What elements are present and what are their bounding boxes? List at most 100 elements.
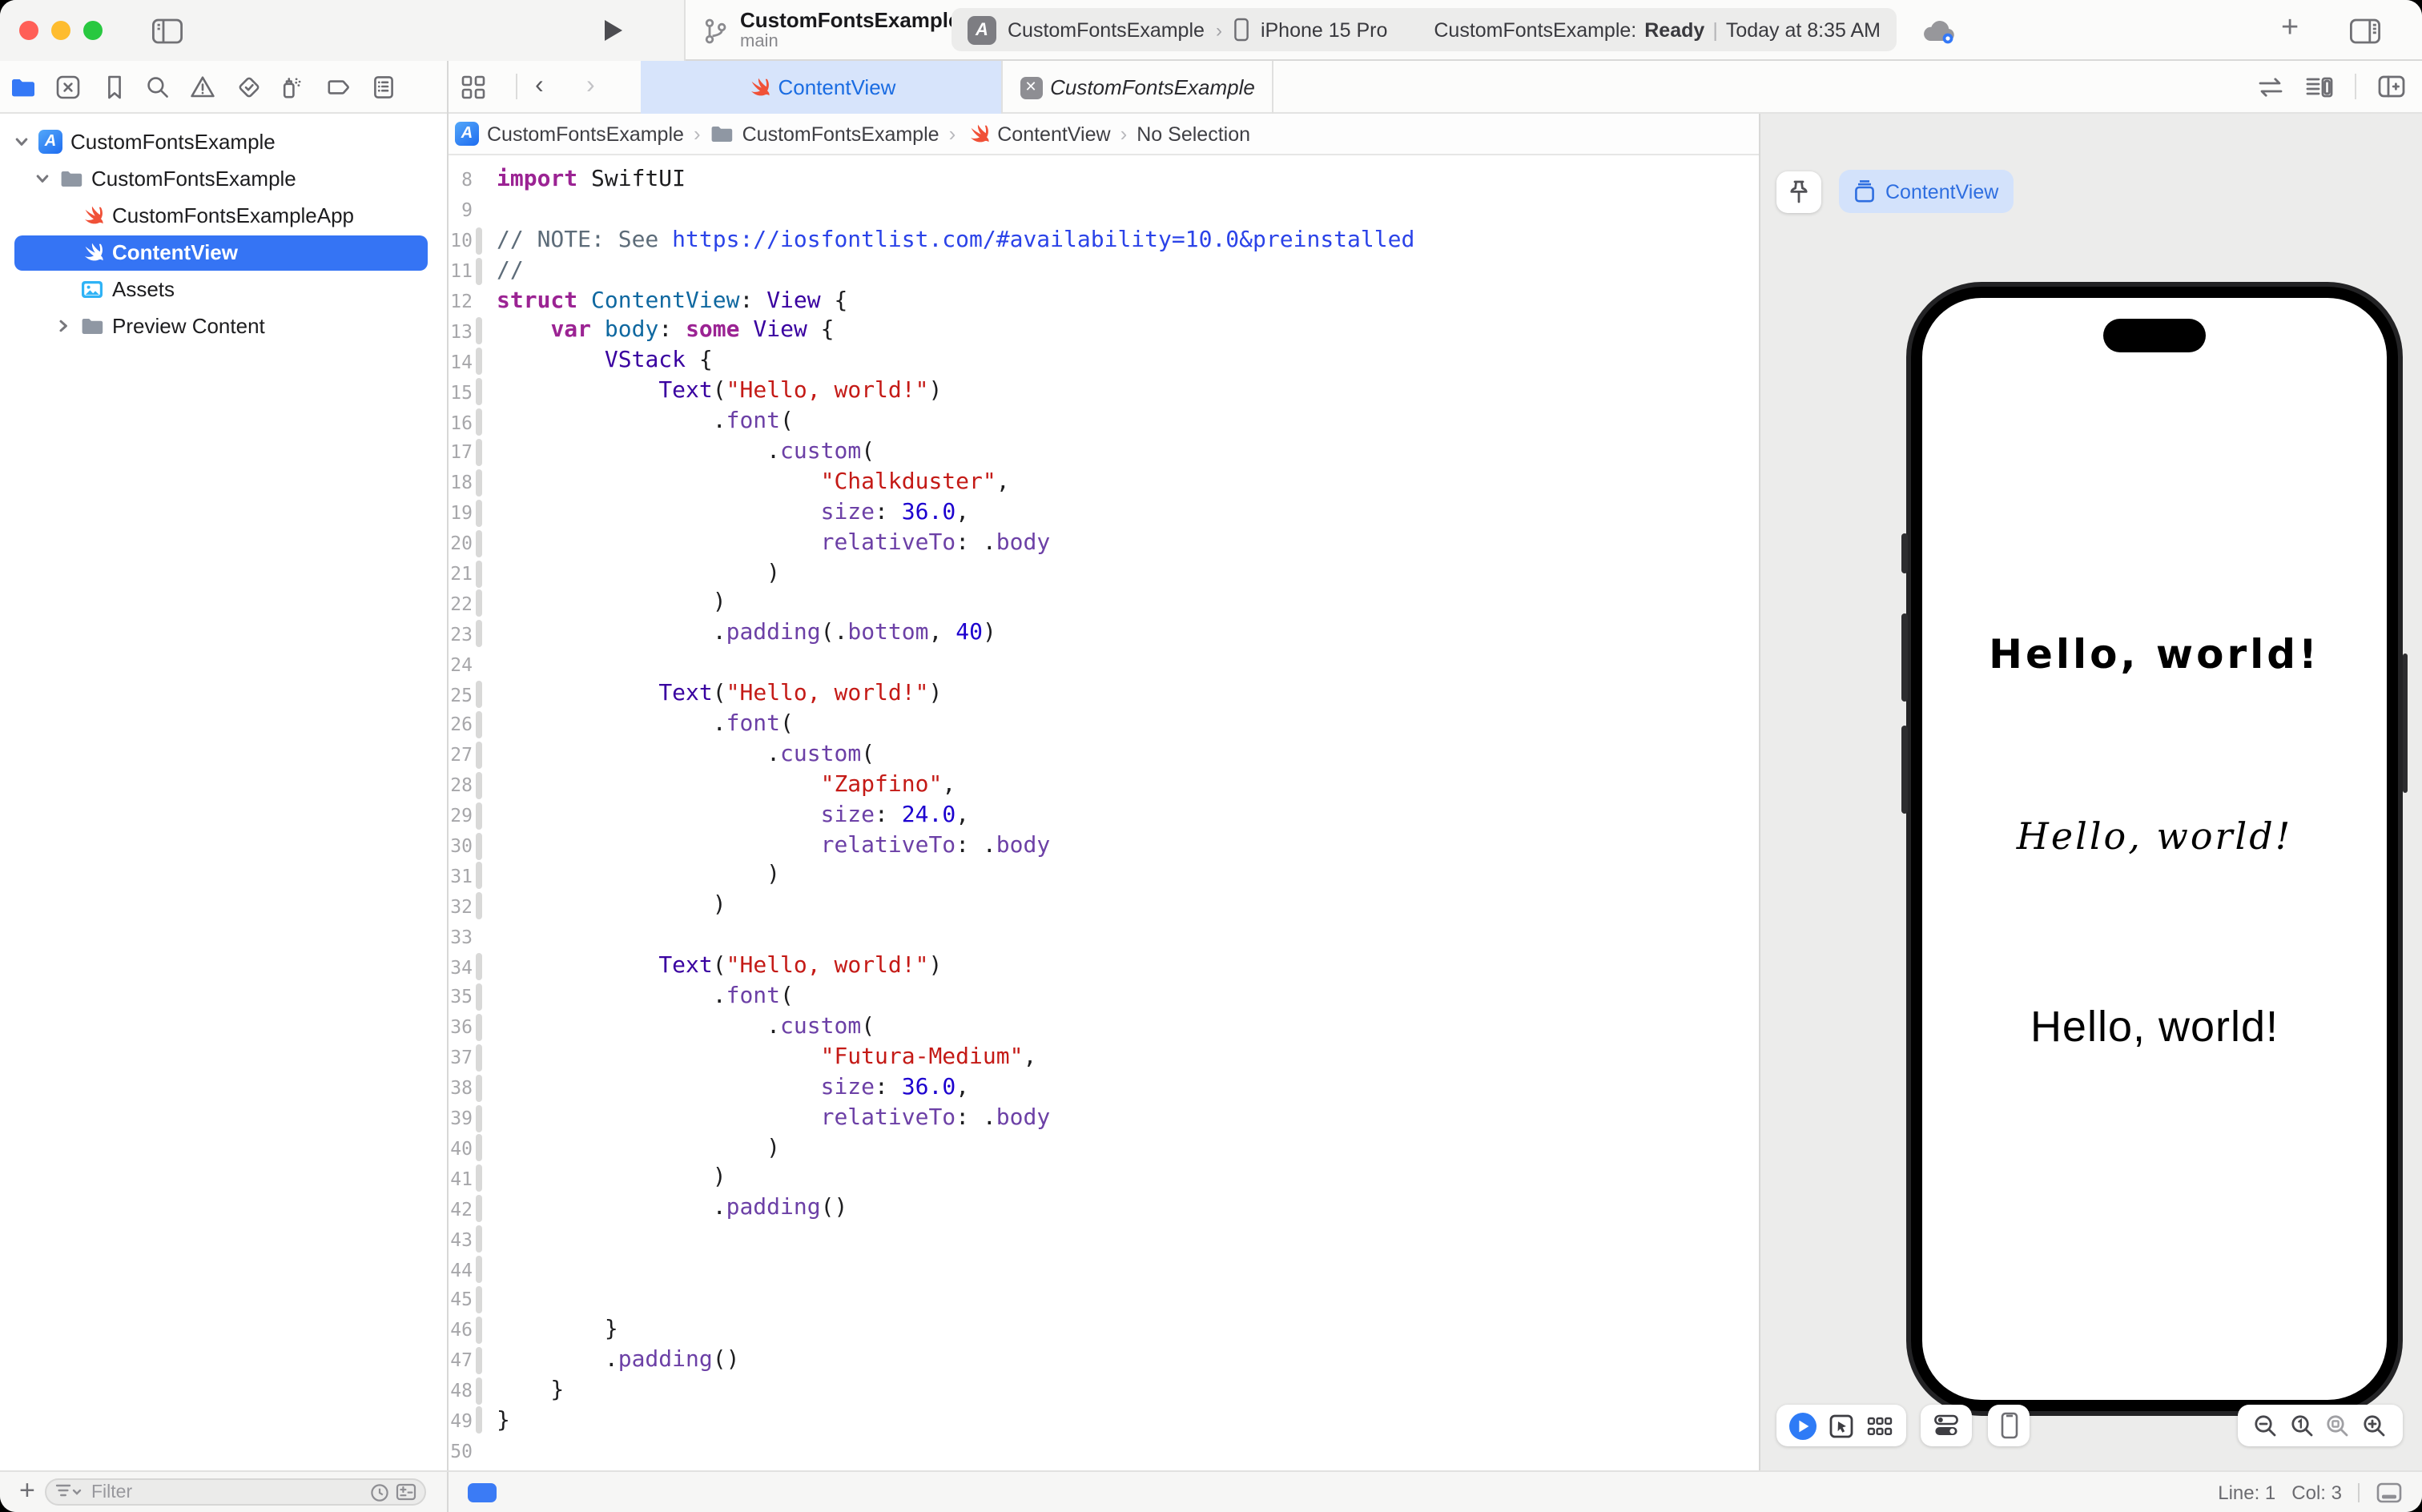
related-items-icon[interactable] [461,75,485,99]
code-line-13[interactable]: 13 var body: some View { [449,316,1759,347]
selectable-mode-button[interactable] [1828,1412,1855,1439]
debug-navigator-icon[interactable] [277,74,304,101]
code-line-41[interactable]: 41 ) [449,1164,1759,1194]
scheme-device[interactable]: iPhone 15 Pro [1261,18,1387,41]
code-line-43[interactable]: 43 [449,1224,1759,1254]
preview-tab-chip[interactable]: ContentView [1839,170,2013,213]
code-line-34[interactable]: 34 Text("Hello, world!") [449,951,1759,982]
focus-mode-chip[interactable] [468,1482,497,1502]
code-line-44[interactable]: 44 [449,1254,1759,1285]
add-editor-icon[interactable] [2377,74,2406,99]
breadcrumb[interactable]: ContentView [997,123,1110,145]
code-line-49[interactable]: 49} [449,1405,1759,1436]
go-back-button[interactable]: ‹ [535,70,544,103]
find-navigator-icon[interactable] [144,74,171,101]
issue-navigator-icon[interactable] [189,74,216,101]
code-line-46[interactable]: 46 } [449,1315,1759,1345]
sccm-status-icon[interactable] [396,1483,416,1501]
code-line-23[interactable]: 23 .padding(.bottom, 40) [449,619,1759,649]
filter-field[interactable] [45,1478,426,1506]
preview-on-device-button[interactable] [1988,1405,2030,1446]
code-line-18[interactable]: 18 "Chalkduster", [449,468,1759,498]
code-line-40[interactable]: 40 ) [449,1133,1759,1164]
filter-input[interactable] [88,1481,364,1503]
code-line-45[interactable]: 45 [449,1285,1759,1315]
code-line-10[interactable]: 10// NOTE: See https://iosfontlist.com/#… [449,226,1759,256]
adjust-editor-icon[interactable] [2257,74,2284,99]
code-line-28[interactable]: 28 "Zapfino", [449,770,1759,801]
code-line-17[interactable]: 17 .custom( [449,437,1759,468]
sidebar-item-assets[interactable]: Assets [0,271,447,308]
code-line-14[interactable]: 14 VStack { [449,347,1759,377]
pin-preview-button[interactable] [1776,171,1821,213]
sidebar-item-customfontsexample[interactable]: CustomFontsExample [0,160,447,197]
disclosure-open-icon[interactable] [13,133,30,151]
disclosure-closed-icon[interactable] [54,317,72,335]
zoom-out-icon[interactable] [2252,1412,2279,1439]
code-line-21[interactable]: 21 ) [449,558,1759,589]
sidebar-item-customfontsexampleapp[interactable]: CustomFontsExampleApp [0,197,447,234]
code-line-15[interactable]: 15 Text("Hello, world!") [449,376,1759,407]
breadcrumb[interactable]: CustomFontsExample [742,123,939,145]
code-line-11[interactable]: 11// [449,255,1759,286]
jump-bar[interactable]: ACustomFontsExample›CustomFontsExample›C… [449,114,1759,155]
sidebar-item-preview-content[interactable]: Preview Content [0,308,447,344]
code-line-50[interactable]: 50 [449,1436,1759,1466]
disclosure-open-icon[interactable] [34,170,51,187]
code-line-37[interactable]: 37 "Futura-Medium", [449,1043,1759,1073]
code-line-38[interactable]: 38 size: 36.0, [449,1072,1759,1103]
window-zoom-button[interactable] [83,21,103,40]
code-line-42[interactable]: 42 .padding() [449,1194,1759,1224]
zoom-to-fit-icon[interactable] [2325,1412,2352,1439]
code-line-29[interactable]: 29 size: 24.0, [449,800,1759,830]
toggle-navigator-icon[interactable] [151,16,184,46]
code-line-22[interactable]: 22 ) [449,589,1759,619]
code-line-39[interactable]: 39 relativeTo: .body [449,1103,1759,1133]
sidebar-item-contentview[interactable]: ContentView [0,234,447,271]
code-line-32[interactable]: 32 ) [449,891,1759,922]
breadcrumb[interactable]: CustomFontsExample [487,123,684,145]
tab-customfontsexample[interactable]: ✕ CustomFontsExample [1001,61,1273,114]
iphone-screen[interactable]: Hello, world!Hello, world!Hello, world! [1922,298,2387,1400]
recent-files-icon[interactable] [370,1482,389,1502]
device-settings-button[interactable] [1921,1405,1972,1446]
code-line-36[interactable]: 36 .custom( [449,1012,1759,1043]
source-control-navigator-icon[interactable] [54,74,82,101]
breakpoint-navigator-icon[interactable] [324,74,352,101]
code-line-31[interactable]: 31 ) [449,861,1759,891]
sidebar-item-customfontsexample[interactable]: ACustomFontsExample [0,123,447,160]
code-line-25[interactable]: 25 Text("Hello, world!") [449,679,1759,710]
zoom-in-icon[interactable] [2361,1412,2388,1439]
code-line-9[interactable]: 9 [449,195,1759,226]
code-line-27[interactable]: 27 .custom( [449,740,1759,770]
code-line-12[interactable]: 12struct ContentView: View { [449,286,1759,316]
code-line-48[interactable]: 48 } [449,1375,1759,1405]
add-tab-button[interactable]: + [2281,11,2299,46]
live-preview-button[interactable] [1790,1412,1817,1439]
editor-layout-icon[interactable] [2376,1481,2403,1503]
breadcrumb[interactable]: No Selection [1137,123,1250,145]
window-minimize-button[interactable] [51,21,70,40]
scheme-project[interactable]: CustomFontsExample [1008,18,1205,41]
code-line-24[interactable]: 24 [449,649,1759,680]
test-navigator-icon[interactable] [235,74,262,101]
go-forward-button[interactable]: › [586,70,595,103]
code-line-33[interactable]: 33 [449,922,1759,952]
code-line-8[interactable]: 8import SwiftUI [449,165,1759,195]
code-line-47[interactable]: 47 .padding() [449,1345,1759,1375]
code-line-35[interactable]: 35 .font( [449,982,1759,1012]
run-button[interactable] [601,18,625,43]
code-line-19[interactable]: 19 size: 36.0, [449,498,1759,529]
code-line-30[interactable]: 30 relativeTo: .body [449,830,1759,861]
editor-options-icon[interactable] [2305,74,2334,99]
code-line-16[interactable]: 16 .font( [449,407,1759,437]
zoom-actual-size-icon[interactable] [2288,1412,2315,1439]
variants-mode-button[interactable] [1865,1412,1893,1439]
toggle-inspector-icon[interactable] [2348,18,2382,45]
project-navigator-icon[interactable] [9,74,36,101]
source-editor[interactable]: 8import SwiftUI910// NOTE: See https://i… [449,155,1759,1470]
code-line-26[interactable]: 26 .font( [449,710,1759,740]
tab-contentview[interactable]: ContentView [641,61,1001,114]
code-line-20[interactable]: 20 relativeTo: .body [449,528,1759,558]
scheme-selector[interactable]: A CustomFontsExample › iPhone 15 Pro Cus… [952,8,1897,51]
